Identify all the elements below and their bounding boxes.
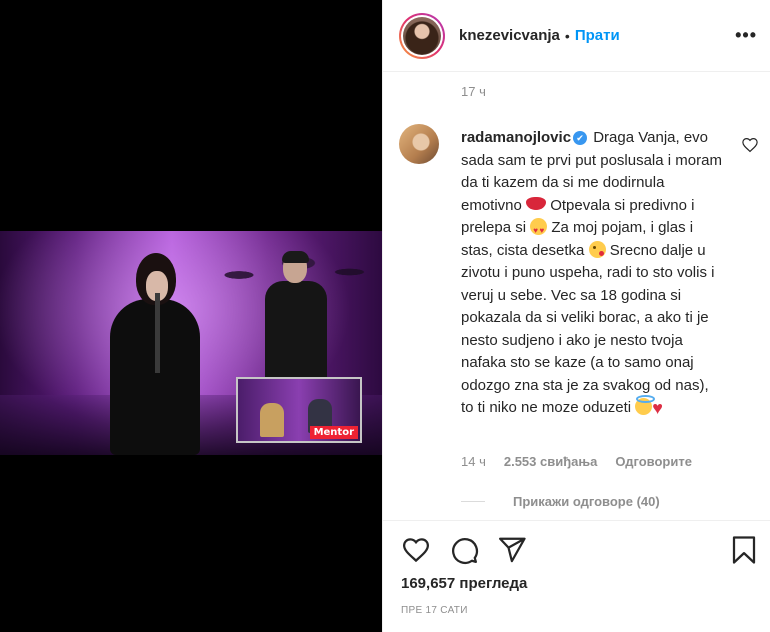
commenter-avatar[interactable] [399, 124, 439, 164]
lips-emoji-icon [526, 196, 547, 210]
heart-eyes-emoji-icon [530, 218, 548, 243]
share-icon[interactable] [497, 535, 527, 565]
video-player[interactable]: Mentor [0, 0, 382, 632]
follow-button[interactable]: Прати [575, 27, 620, 44]
replies-divider [461, 501, 485, 502]
comment-icon[interactable] [449, 535, 479, 565]
author-username[interactable]: knezevicvanja [459, 27, 560, 44]
comment-likes[interactable]: 2.553 свиђања [504, 454, 598, 469]
view-replies-label: Прикажи одговоре (40) [513, 494, 660, 509]
comment-text-part: Srecno dalje u zivotu i puno uspeha, rad… [461, 241, 715, 417]
halo-smile-emoji-icon [635, 395, 656, 415]
like-icon[interactable] [401, 535, 431, 565]
separator-dot: • [564, 27, 570, 44]
verified-badge-icon: ✔ [573, 131, 588, 145]
mentor-label: Mentor [309, 426, 358, 439]
post-panel: knezevicvanja • Прати ••• 17 ч radamanoj… [382, 0, 770, 632]
caption-age[interactable]: 17 ч [461, 84, 486, 99]
kissing-emoji-icon [588, 240, 606, 258]
more-options-icon[interactable]: ••• [735, 25, 757, 46]
action-bar: 169,657 прегледа ПРЕ 17 САТИ [383, 520, 770, 632]
post-timestamp[interactable]: ПРЕ 17 САТИ [401, 605, 468, 616]
comment-age[interactable]: 14 ч [461, 454, 486, 469]
like-comment-icon[interactable] [741, 136, 759, 154]
comment-body: radamanojlovic ✔ Draga Vanja, evo sada sa… [461, 127, 725, 420]
comment-meta: 14 ч 2.553 свиђања Одговорите [461, 454, 692, 469]
author-avatar[interactable] [399, 12, 445, 59]
view-replies-button[interactable]: Прикажи одговоре (40) [461, 494, 660, 509]
microphone [155, 293, 160, 373]
save-bookmark-icon[interactable] [729, 535, 759, 565]
reply-button[interactable]: Одговорите [615, 454, 692, 469]
commenter-username[interactable]: radamanojlovic [461, 129, 571, 146]
video-frame[interactable]: Mentor [0, 231, 382, 455]
picture-in-picture-inset: Mentor [236, 377, 362, 443]
red-heart-emoji-icon: ♥ [652, 398, 663, 418]
post-header: knezevicvanja • Прати ••• [383, 0, 770, 72]
view-count[interactable]: 169,657 прегледа [401, 575, 527, 592]
